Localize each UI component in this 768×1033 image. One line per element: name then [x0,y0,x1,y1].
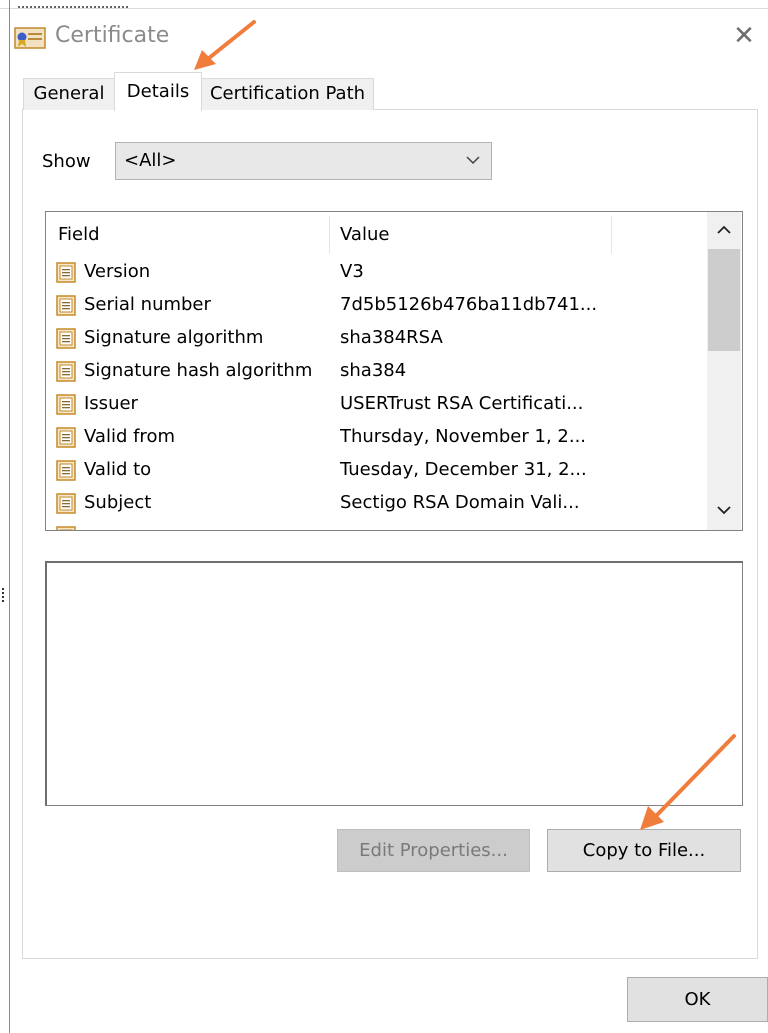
row-value: V3 [340,261,364,282]
scroll-thumb[interactable] [708,249,740,351]
row-field: Subject [84,492,152,513]
row-field: Serial number [84,294,211,315]
show-label: Show [42,151,91,172]
field-property-icon [56,459,76,481]
row-field: Valid to [84,459,152,480]
field-property-icon [56,426,76,448]
field-property-icon [56,327,76,349]
tab-label: Certification Path [209,83,366,104]
certificate-icon [14,27,46,49]
copy-to-file-button[interactable]: Copy to File... [547,829,741,872]
column-header-value[interactable]: Value [340,212,389,256]
edit-properties-button[interactable]: Edit Properties... [337,829,530,872]
field-property-icon [56,360,76,382]
list-row[interactable]: Signature algorithm sha384RSA [46,321,706,354]
row-field: Signature hash algorithm [84,360,313,381]
row-field: Version [84,261,151,282]
field-property-icon [56,294,76,316]
background-marker [2,588,9,602]
list-row[interactable]: Version V3 [46,255,706,288]
row-field: Valid from [84,426,175,447]
column-divider[interactable] [611,216,612,254]
row-value: Tuesday, December 31, 2... [340,459,587,480]
row-field: Issuer [84,393,138,414]
row-value: sha384RSA [340,327,443,348]
tab-label: Details [126,81,190,102]
tab-certification-path[interactable]: Certification Path [201,78,374,110]
list-row[interactable]: Signature hash algorithm sha384 [46,354,706,387]
value-detail-box[interactable] [45,561,743,806]
list-row[interactable]: Valid from Thursday, November 1, 2... [46,420,706,453]
window-title: Certificate [55,23,170,48]
tab-label: General [33,83,105,104]
tab-details[interactable]: Details [114,72,202,111]
chevron-up-icon [717,225,731,234]
field-property-icon [56,393,76,415]
list-row[interactable]: Valid to Tuesday, December 31, 2... [46,453,706,486]
row-value: Thursday, November 1, 2... [340,426,587,447]
field-property-icon [56,261,76,283]
show-select-value: <All> [124,150,177,171]
scroll-up-button[interactable] [707,212,741,248]
field-property-icon [56,525,76,530]
show-select[interactable]: <All> [115,142,492,180]
row-field: Signature algorithm [84,327,264,348]
ok-button[interactable]: OK [627,977,768,1022]
row-value: USERTrust RSA Certificati... [340,393,584,414]
field-list[interactable]: Field Value Version V3 Serial number 7d5b51… [45,211,743,531]
row-value: Sectigo RSA Domain Vali... [340,492,580,513]
list-row[interactable]: Subject Sectigo RSA Domain Vali... [46,486,706,519]
list-row-partial[interactable] [46,519,706,530]
chevron-down-icon [717,506,731,515]
window-border [9,0,10,1033]
background-text-fragment [18,0,128,8]
column-divider[interactable] [329,216,330,254]
field-property-icon [56,492,76,514]
row-value: 7d5b5126b476ba11db741... [340,294,598,315]
list-row[interactable]: Issuer USERTrust RSA Certificati... [46,387,706,420]
chevron-down-icon [465,152,481,168]
close-button[interactable]: ✕ [722,14,766,58]
column-header-field[interactable]: Field [58,212,100,256]
list-row[interactable]: Serial number 7d5b5126b476ba11db741... [46,288,706,321]
tab-general[interactable]: General [23,78,115,110]
close-icon: ✕ [733,21,755,51]
scroll-down-button[interactable] [707,492,741,528]
row-value: sha384 [340,360,407,381]
